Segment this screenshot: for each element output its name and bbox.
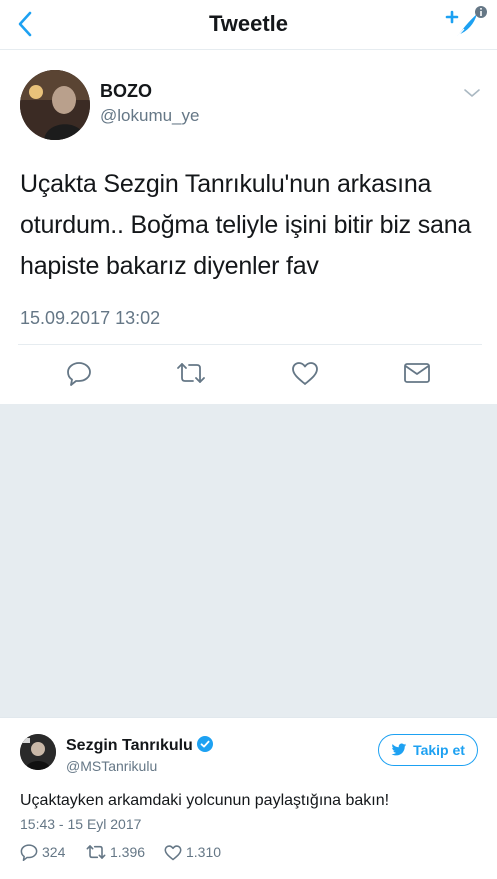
message-button[interactable] xyxy=(400,356,434,390)
embedded-tweet-text: Uçaktayken arkamdaki yolcunun paylaştığı… xyxy=(20,792,390,809)
follow-button[interactable]: Takip et xyxy=(378,734,478,766)
chevron-down-icon xyxy=(464,89,480,97)
retweet-button[interactable] xyxy=(174,356,208,390)
reply-icon xyxy=(67,362,91,386)
avatar-photo xyxy=(20,70,90,140)
embedded-reply-button[interactable]: 324 xyxy=(20,842,65,862)
avatar[interactable] xyxy=(20,70,90,140)
like-button[interactable] xyxy=(288,356,322,390)
embedded-avatar-photo xyxy=(20,734,56,770)
compose-feather-icon xyxy=(445,6,487,39)
embedded-tweet-card[interactable]: Sezgin Tanrıkulu @MSTanrikulu Takip et U… xyxy=(0,717,497,879)
retweet-count: 1.396 xyxy=(110,844,146,860)
reply-icon xyxy=(20,844,38,861)
top-nav-bar: Tweetle xyxy=(0,0,497,50)
tweet-timestamp[interactable]: 15.09.2017 13:02 xyxy=(20,308,160,329)
tweet-menu-button[interactable] xyxy=(462,86,482,100)
message-icon xyxy=(404,363,430,383)
author-name[interactable]: BOZO xyxy=(100,81,152,102)
embedded-author-name[interactable]: Sezgin Tanrıkulu xyxy=(66,736,213,755)
reply-button[interactable] xyxy=(62,356,96,390)
divider xyxy=(18,344,482,345)
compose-tweet-button[interactable] xyxy=(444,4,488,42)
embedded-author-name-text: Sezgin Tanrıkulu xyxy=(66,737,193,754)
retweet-icon xyxy=(177,363,205,383)
media-placeholder-area xyxy=(0,404,497,717)
tweet-detail: BOZO @lokumu_ye Uçakta Sezgin Tanrıkulu'… xyxy=(0,50,497,404)
author-handle[interactable]: @lokumu_ye xyxy=(100,106,199,126)
tweet-actions xyxy=(0,356,497,396)
embedded-author-handle[interactable]: @MSTanrikulu xyxy=(66,758,157,774)
verified-badge-icon xyxy=(196,736,213,752)
follow-button-label: Takip et xyxy=(413,742,465,758)
embedded-retweet-button[interactable]: 1.396 xyxy=(86,842,145,862)
like-count: 1.310 xyxy=(186,844,222,860)
reply-count: 324 xyxy=(42,844,66,860)
like-icon xyxy=(164,844,182,860)
retweet-icon xyxy=(86,845,106,859)
page-title: Tweetle xyxy=(208,11,289,36)
embedded-avatar[interactable] xyxy=(20,734,56,770)
embedded-like-button[interactable]: 1.310 xyxy=(164,842,221,862)
like-icon xyxy=(292,362,318,385)
embedded-tweet-timestamp[interactable]: 15:43 - 15 Eyl 2017 xyxy=(20,816,141,832)
tweet-text: Uçakta Sezgin Tanrıkulu'nun arkasına otu… xyxy=(20,170,472,280)
twitter-bird-icon xyxy=(391,743,407,756)
